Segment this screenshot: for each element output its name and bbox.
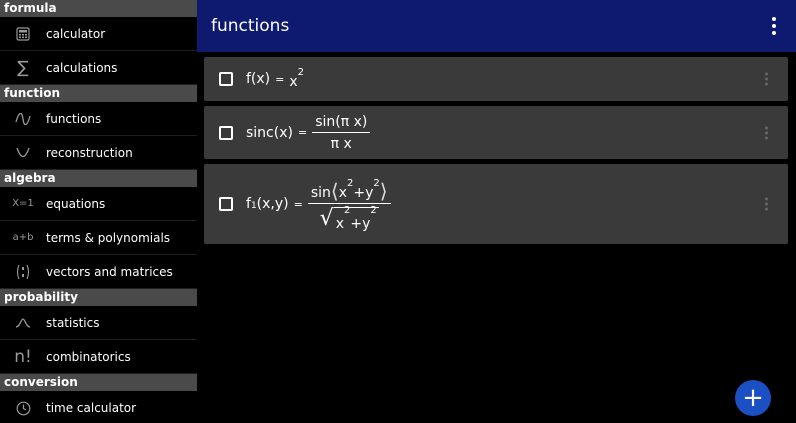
- expr-exponent: 2: [297, 66, 305, 78]
- sidebar-item-label: reconstruction: [46, 145, 133, 160]
- sidebar-item-vectors-matrices[interactable]: vectors and matrices: [0, 255, 197, 289]
- bell-curve-icon: [0, 317, 46, 328]
- sidebar-item-label: functions: [46, 111, 102, 126]
- sidebar-item-functions[interactable]: functions: [0, 102, 197, 136]
- equals-sign: =: [275, 72, 285, 86]
- sidebar-item-label: statistics: [46, 315, 100, 330]
- function-card-2[interactable]: sinc(x) = sin(π x) π x: [204, 106, 788, 159]
- den-term-a-exp: 2: [344, 205, 351, 216]
- radical-sign: √: [319, 206, 334, 231]
- num-term-a-exp: 2: [347, 178, 354, 189]
- equals-sign: =: [297, 126, 308, 139]
- item-menu-icon[interactable]: [765, 197, 768, 211]
- denominator: √ x2+y2: [319, 204, 379, 232]
- navigation-drawer: formula calculator ∑ calculations functi…: [0, 0, 197, 423]
- section-header-formula: formula: [0, 0, 197, 17]
- sidebar-item-label: calculator: [46, 26, 106, 41]
- sidebar-item-reconstruction[interactable]: reconstruction: [0, 136, 197, 170]
- sin-label: sin: [310, 185, 331, 201]
- section-header-algebra: algebra: [0, 170, 197, 187]
- sidebar-item-terms-polynomials[interactable]: a+b terms & polynomials: [0, 221, 197, 255]
- fraction: sin(π x) π x: [312, 114, 371, 152]
- numerator: sin(π x): [312, 114, 371, 133]
- denominator: π x: [330, 135, 352, 152]
- radicand: x2+y2: [333, 205, 379, 232]
- num-term-a: x: [338, 185, 348, 201]
- function-name: f(x): [246, 71, 271, 87]
- wave-icon: [0, 112, 46, 125]
- sidebar-item-label: combinatorics: [46, 349, 131, 364]
- sidebar-item-label: calculations: [46, 60, 118, 75]
- function-formula: f 1 (x,y) = sin ⟨ x 2 + y 2 ⟩ √ x2+y2: [246, 177, 391, 232]
- function-checkbox[interactable]: [219, 197, 233, 211]
- factorial-icon: n!: [14, 346, 32, 367]
- function-card-1[interactable]: f(x) = x2: [204, 57, 788, 101]
- item-menu-icon[interactable]: [765, 72, 768, 86]
- function-name-subscript: 1: [250, 201, 257, 211]
- function-name-args: (x,y): [256, 196, 289, 212]
- sigma-icon: ∑: [17, 57, 29, 78]
- function-checkbox[interactable]: [219, 125, 233, 140]
- square-root: √ x2+y2: [319, 205, 379, 232]
- sidebar-item-calculator[interactable]: calculator: [0, 17, 197, 51]
- function-name: sinc(x): [246, 124, 293, 141]
- open-paren: ⟨: [330, 179, 339, 203]
- page-title: functions: [211, 16, 290, 36]
- section-header-probability: probability: [0, 289, 197, 306]
- calculator-icon: [0, 26, 46, 41]
- num-term-b: y: [365, 185, 374, 201]
- close-paren: ⟩: [379, 179, 388, 203]
- sidebar-item-time-calculator[interactable]: time calculator: [0, 391, 197, 423]
- sidebar-item-combinatorics[interactable]: n! combinatorics: [0, 340, 197, 374]
- sidebar-item-label: vectors and matrices: [46, 264, 173, 279]
- clock-icon: [0, 401, 46, 416]
- den-operator: +: [350, 215, 363, 232]
- function-card-3[interactable]: f 1 (x,y) = sin ⟨ x 2 + y 2 ⟩ √ x2+y2: [204, 164, 788, 244]
- num-operator: +: [353, 185, 366, 201]
- plus-icon: +: [742, 383, 764, 413]
- sidebar-item-calculations[interactable]: ∑ calculations: [0, 51, 197, 85]
- function-checkbox[interactable]: [219, 72, 233, 86]
- equation-icon: X=1: [12, 198, 34, 209]
- sidebar-item-label: time calculator: [46, 401, 137, 415]
- expr-base: x: [289, 74, 298, 90]
- function-formula: f(x) = x2: [246, 67, 304, 91]
- den-term-b-exp: 2: [370, 205, 377, 216]
- den-term-a: x: [335, 215, 344, 232]
- curve-icon: [0, 147, 46, 159]
- sidebar-item-label: terms & polynomials: [46, 230, 171, 245]
- sidebar-item-label: equations: [46, 196, 106, 211]
- function-formula: sinc(x) = sin(π x) π x: [246, 114, 371, 152]
- section-header-function: function: [0, 85, 197, 102]
- section-header-conversion: conversion: [0, 374, 197, 391]
- sidebar-item-statistics[interactable]: statistics: [0, 306, 197, 340]
- overflow-menu-icon[interactable]: [766, 14, 782, 38]
- app-bar: functions: [197, 0, 796, 52]
- num-term-b-exp: 2: [373, 178, 380, 189]
- vector-icon: [0, 264, 46, 280]
- fraction: sin ⟨ x 2 + y 2 ⟩ √ x2+y2: [307, 177, 391, 232]
- equals-sign: =: [293, 197, 303, 211]
- add-function-button[interactable]: +: [735, 380, 771, 416]
- sidebar-item-equations[interactable]: X=1 equations: [0, 187, 197, 221]
- terms-icon: a+b: [12, 232, 34, 243]
- den-term-b: y: [362, 215, 371, 232]
- item-menu-icon[interactable]: [765, 126, 768, 139]
- numerator: sin ⟨ x 2 + y 2 ⟩: [307, 177, 391, 204]
